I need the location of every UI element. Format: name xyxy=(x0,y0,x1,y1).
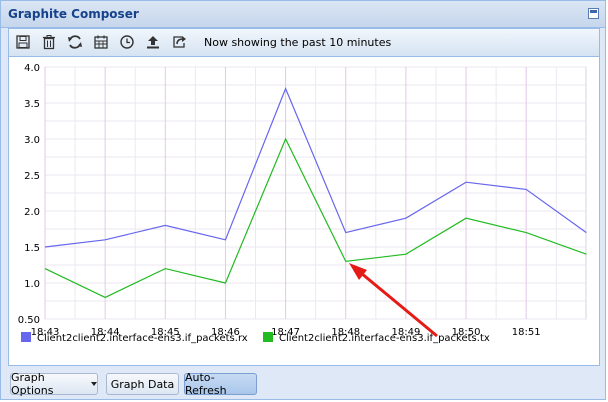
trash-icon[interactable] xyxy=(39,33,59,51)
x-tick-label: 18:51 xyxy=(512,327,541,338)
share-icon[interactable] xyxy=(169,33,189,51)
upload-icon[interactable] xyxy=(143,33,163,51)
auto-refresh-button[interactable]: Auto-Refresh xyxy=(184,371,257,397)
time-range-status: Now showing the past 10 minutes xyxy=(204,36,392,49)
graph-panel: Now showing the past 10 minutes 4.0 3.5 3.… xyxy=(8,28,600,366)
window-title: Graphite Composer xyxy=(8,7,139,21)
calendar-icon[interactable] xyxy=(91,33,111,51)
graph-image: 4.0 3.5 3.0 2.5 2.0 1.5 1.0 0.50 18:43 18:44 18:45… xyxy=(9,57,599,365)
legend-label: Client2client2.interface-ens3.if_packets… xyxy=(37,333,248,344)
clock-icon[interactable] xyxy=(117,33,137,51)
legend-swatch xyxy=(21,332,31,342)
toolbar: Now showing the past 10 minutes xyxy=(9,29,599,57)
graph-data-button[interactable]: Graph Data xyxy=(106,373,179,395)
collapse-icon[interactable] xyxy=(588,8,599,19)
y-tick-label: 1.5 xyxy=(24,243,40,254)
y-tick-label: 3.5 xyxy=(24,99,40,110)
y-tick-label: 4.0 xyxy=(24,63,40,74)
refresh-icon[interactable] xyxy=(65,33,85,51)
legend-swatch xyxy=(263,332,273,342)
graph-options-label: Graph Options xyxy=(11,371,54,397)
save-icon[interactable] xyxy=(13,33,33,51)
y-tick-label: 2.0 xyxy=(24,207,40,218)
graphite-composer-window: Graphite Composer Now showing the past 1… xyxy=(0,0,606,400)
legend-label: Client2client2.interface-ens3.if_packets… xyxy=(279,333,490,344)
y-tick-label: 0.50 xyxy=(18,315,40,326)
y-tick-label: 2.5 xyxy=(24,171,40,182)
y-tick-label: 1.0 xyxy=(24,279,40,290)
chevron-down-icon xyxy=(91,382,97,386)
auto-refresh-label: Auto-Refresh xyxy=(185,371,227,397)
line-chart: 4.03.53.02.52.01.51.00.5018:43 18:44 18:45… xyxy=(18,63,587,344)
graph-options-button[interactable]: Graph Options xyxy=(10,371,98,397)
bottom-toolbar: Graph Options Graph Data Auto-Refresh xyxy=(1,367,605,399)
graph-data-label: Graph Data xyxy=(110,377,175,391)
window-titlebar: Graphite Composer xyxy=(1,1,605,28)
y-tick-label: 3.0 xyxy=(24,135,40,146)
